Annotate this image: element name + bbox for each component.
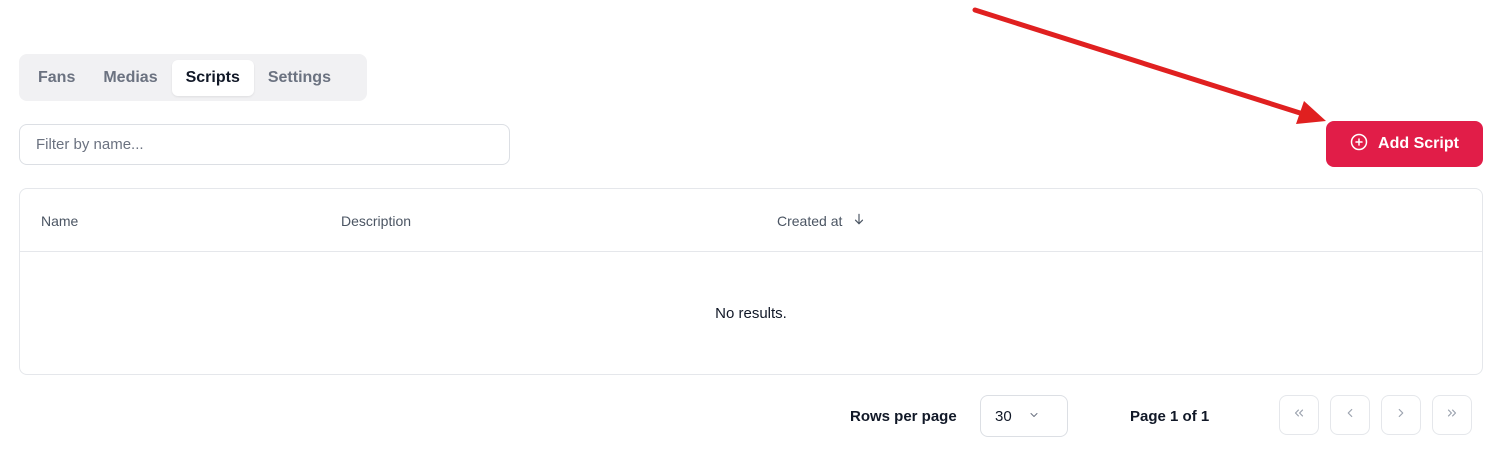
filter-input[interactable]: [19, 124, 510, 165]
tab-fans[interactable]: Fans: [24, 60, 89, 96]
chevrons-left-icon: [1292, 406, 1306, 425]
chevron-right-icon: [1394, 406, 1408, 425]
tab-list: Fans Medias Scripts Settings: [19, 54, 367, 101]
empty-state: No results.: [715, 304, 787, 322]
tab-settings[interactable]: Settings: [254, 60, 345, 96]
column-header-created-at[interactable]: Created at: [777, 189, 866, 252]
add-script-label: Add Script: [1378, 135, 1459, 152]
plus-circle-icon: [1350, 133, 1368, 156]
last-page-button[interactable]: [1432, 395, 1472, 435]
tab-scripts[interactable]: Scripts: [171, 59, 254, 96]
chevron-left-icon: [1343, 406, 1357, 425]
tab-medias[interactable]: Medias: [89, 60, 171, 96]
scripts-table: Name Description Created at No results.: [19, 188, 1483, 375]
table-header: Name Description Created at: [20, 189, 1482, 252]
column-header-name[interactable]: Name: [41, 189, 78, 252]
next-page-button[interactable]: [1381, 395, 1421, 435]
pagination-bar: Rows per page 30 Page 1 of 1: [0, 395, 1508, 437]
arrow-down-icon: [852, 212, 866, 229]
chevrons-right-icon: [1445, 406, 1459, 425]
rows-per-page-label: Rows per page: [850, 407, 957, 425]
add-script-button[interactable]: Add Script: [1326, 121, 1483, 167]
column-header-description[interactable]: Description: [341, 189, 411, 252]
chevron-down-icon: [1028, 408, 1040, 425]
rows-per-page-select[interactable]: 30: [980, 395, 1068, 437]
previous-page-button[interactable]: [1330, 395, 1370, 435]
first-page-button[interactable]: [1279, 395, 1319, 435]
page-indicator: Page 1 of 1: [1130, 407, 1210, 425]
rows-per-page-value: 30: [995, 407, 1012, 425]
column-header-created-at-label: Created at: [777, 212, 843, 229]
